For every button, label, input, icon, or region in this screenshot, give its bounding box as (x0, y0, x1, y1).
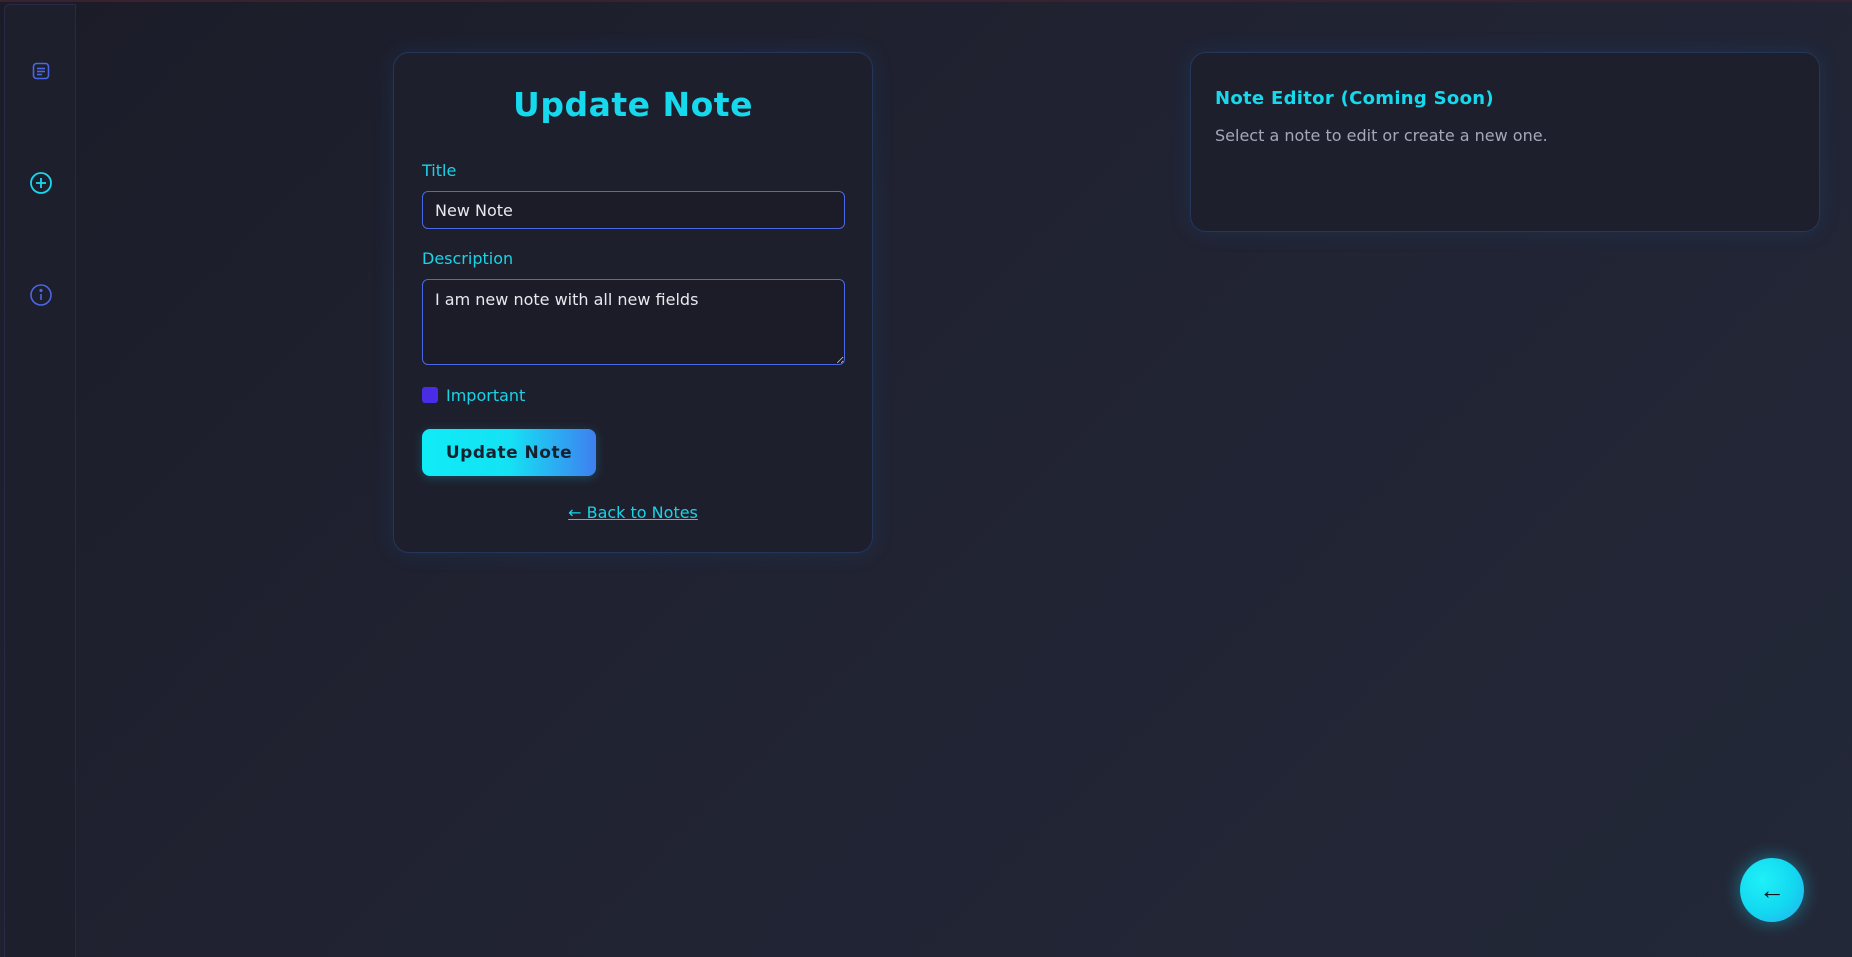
arrow-left-icon: ← (1759, 874, 1785, 905)
important-label[interactable]: Important (446, 386, 525, 405)
title-input[interactable] (422, 191, 845, 229)
description-textarea[interactable]: I am new note with all new fields (422, 279, 845, 365)
notes-icon[interactable] (27, 57, 55, 85)
important-checkbox[interactable] (422, 387, 438, 403)
back-link-container: ← Back to Notes (394, 503, 872, 522)
back-to-notes-link[interactable]: ← Back to Notes (568, 503, 698, 522)
description-label: Description (422, 249, 514, 268)
update-note-button[interactable]: Update Note (422, 429, 596, 476)
note-editor-panel: Note Editor (Coming Soon) Select a note … (1190, 52, 1820, 232)
editor-title: Note Editor (Coming Soon) (1215, 88, 1494, 109)
info-icon[interactable] (27, 281, 55, 309)
form-title: Update Note (513, 85, 753, 124)
editor-description: Select a note to edit or create a new on… (1215, 126, 1548, 145)
title-label: Title (422, 161, 457, 180)
update-note-form: Update Note Title Description I am new n… (393, 52, 873, 553)
add-circle-icon[interactable] (27, 169, 55, 197)
sidebar (4, 4, 76, 957)
back-fab-button[interactable]: ← (1740, 858, 1804, 922)
